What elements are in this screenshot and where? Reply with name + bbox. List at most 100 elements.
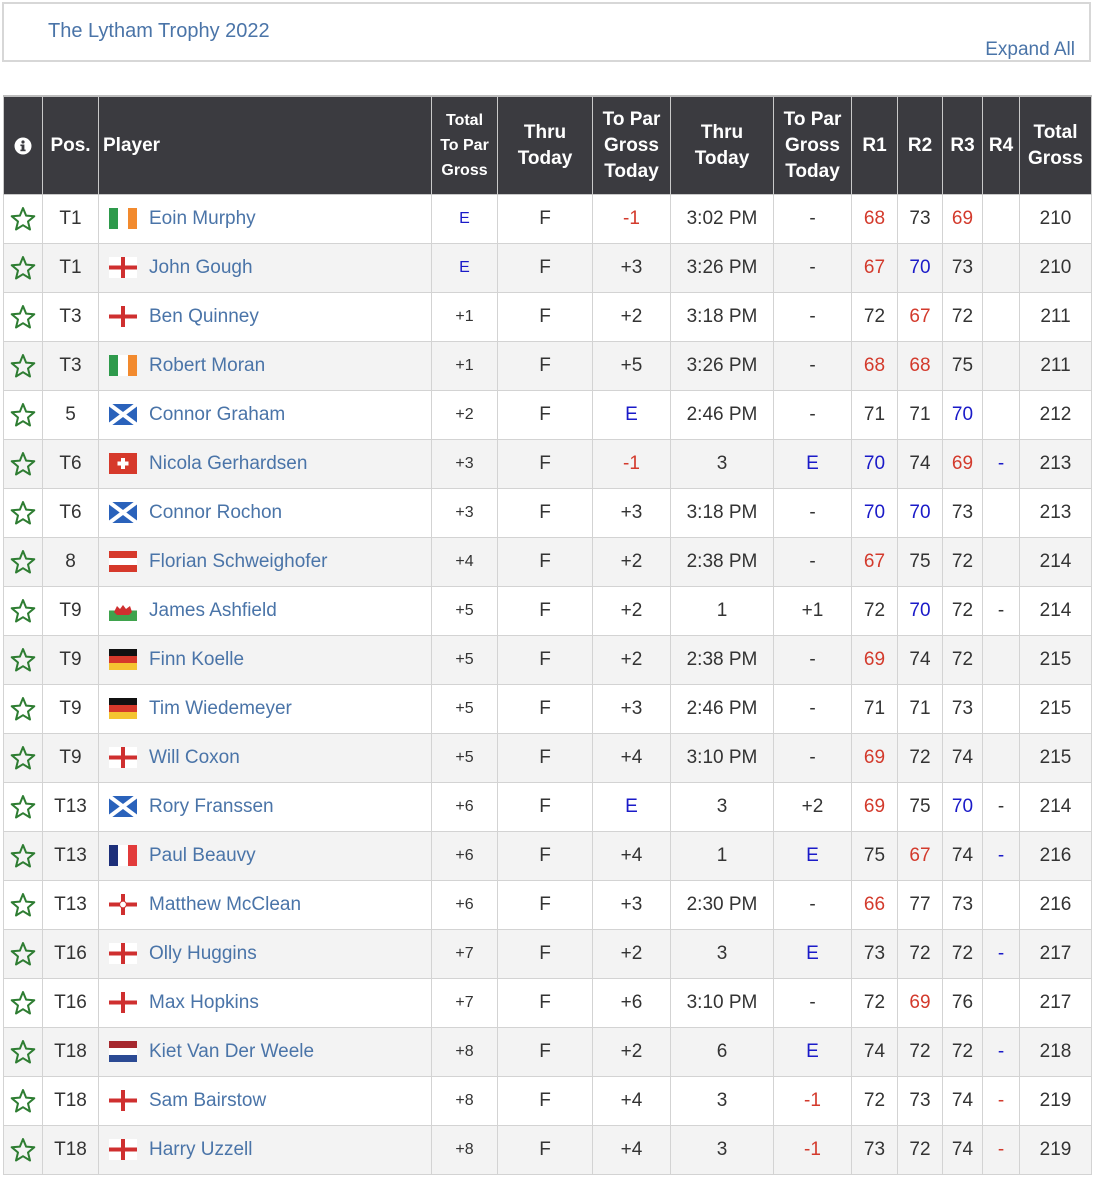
table-row[interactable]: T13 Matthew McClean +6 F +3 2:30 PM -66 77 73 216 bbox=[3, 880, 1092, 930]
player-name-link[interactable]: Harry Uzzell bbox=[149, 1139, 252, 1160]
table-row[interactable]: T1 John Gough E F +3 3:26 PM -67 70 73 210 bbox=[3, 243, 1092, 293]
r2-cell: 74 bbox=[897, 635, 943, 685]
player-name-link[interactable]: James Ashfield bbox=[149, 600, 277, 621]
player-name-link[interactable]: Finn Koelle bbox=[149, 649, 244, 670]
col-player[interactable]: Player bbox=[98, 95, 432, 195]
player-name-link[interactable]: Robert Moran bbox=[149, 355, 265, 376]
favorite-star-button[interactable] bbox=[3, 243, 43, 293]
player-name-link[interactable]: Ben Quinney bbox=[149, 306, 259, 327]
player-cell: Sam Bairstow bbox=[98, 1076, 432, 1126]
favorite-star-button[interactable] bbox=[3, 1027, 43, 1077]
favorite-star-button[interactable] bbox=[3, 733, 43, 783]
table-row[interactable]: 5 Connor Graham +2 F E 2:46 PM -71 71 70 212 bbox=[3, 390, 1092, 440]
star-icon bbox=[4, 1137, 42, 1163]
col-info[interactable] bbox=[3, 95, 43, 195]
player-name-link[interactable]: Matthew McClean bbox=[149, 894, 301, 915]
favorite-star-button[interactable] bbox=[3, 194, 43, 244]
table-row[interactable]: T13 Rory Franssen +6 F E 3 +2 69 75 70-214 bbox=[3, 782, 1092, 832]
player-name-link[interactable]: John Gough bbox=[149, 257, 253, 278]
player-cell: Connor Graham bbox=[98, 390, 432, 440]
col-thru[interactable]: Thru Today bbox=[497, 95, 593, 195]
to-par-today-2-cell: - bbox=[773, 880, 852, 930]
player-name-link[interactable]: Connor Rochon bbox=[149, 502, 282, 523]
total-gross-cell: 218 bbox=[1019, 1027, 1092, 1077]
total-gross-cell: 215 bbox=[1019, 684, 1092, 734]
table-row[interactable]: T18 Harry Uzzell +8 F +4 3 -1 73 72 74-219 bbox=[3, 1125, 1092, 1175]
r1-cell: 69 bbox=[851, 782, 898, 832]
table-row[interactable]: T9 James Ashfield +5 F +2 1 +1 72 70 72-214 bbox=[3, 586, 1092, 636]
total-to-par-cell: +3 bbox=[431, 439, 498, 489]
favorite-star-button[interactable] bbox=[3, 341, 43, 391]
total-to-par-cell: +7 bbox=[431, 978, 498, 1028]
col-total-to-par[interactable]: Total To Par Gross bbox=[431, 95, 498, 195]
col-to-par-today[interactable]: To Par Gross Today bbox=[592, 95, 671, 195]
col-thru-2[interactable]: Thru Today bbox=[670, 95, 774, 195]
favorite-star-button[interactable] bbox=[3, 831, 43, 881]
player-name-link[interactable]: Max Hopkins bbox=[149, 992, 259, 1013]
r4-cell: - bbox=[982, 439, 1020, 489]
favorite-star-button[interactable] bbox=[3, 586, 43, 636]
player-name-link[interactable]: Rory Franssen bbox=[149, 796, 274, 817]
table-row[interactable]: T9 Will Coxon +5 F +4 3:10 PM -69 72 74 215 bbox=[3, 733, 1092, 783]
table-row[interactable]: T16 Olly Huggins +7 F +2 3 E 73 72 72-217 bbox=[3, 929, 1092, 979]
to-par-today-2-cell: E bbox=[773, 929, 852, 979]
favorite-star-button[interactable] bbox=[3, 1125, 43, 1175]
to-par-today-2-cell: - bbox=[773, 537, 852, 587]
favorite-star-button[interactable] bbox=[3, 929, 43, 979]
to-par-today-cell: +4 bbox=[592, 1076, 671, 1126]
col-pos[interactable]: Pos. bbox=[42, 95, 99, 195]
table-row[interactable]: T6 Nicola Gerhardsen +3 F -1 3 E 70 74 69-213 bbox=[3, 439, 1092, 489]
table-row[interactable]: T1 Eoin Murphy E F -1 3:02 PM -68 73 69 210 bbox=[3, 194, 1092, 244]
favorite-star-button[interactable] bbox=[3, 1076, 43, 1126]
table-row[interactable]: T18 Kiet Van Der Weele +8 F +2 6 E 74 72 72-218 bbox=[3, 1027, 1092, 1077]
player-name-link[interactable]: Connor Graham bbox=[149, 404, 285, 425]
player-name-link[interactable]: Olly Huggins bbox=[149, 943, 257, 964]
col-r3[interactable]: R3 bbox=[942, 95, 983, 195]
leaderboard-table: Pos. Player Total To Par Gross Thru Today T… bbox=[3, 95, 1092, 1175]
table-row[interactable]: 8 Florian Schweighofer +4 F +2 2:38 PM -67 75 72… bbox=[3, 537, 1092, 587]
r2-cell: 75 bbox=[897, 537, 943, 587]
player-name-link[interactable]: Will Coxon bbox=[149, 747, 240, 768]
table-row[interactable]: T16 Max Hopkins +7 F +6 3:10 PM -72 69 76 217 bbox=[3, 978, 1092, 1028]
favorite-star-button[interactable] bbox=[3, 684, 43, 734]
favorite-star-button[interactable] bbox=[3, 635, 43, 685]
table-row[interactable]: T6 Connor Rochon +3 F +3 3:18 PM -70 70 73 213 bbox=[3, 488, 1092, 538]
favorite-star-button[interactable] bbox=[3, 782, 43, 832]
thru-cell: F bbox=[497, 537, 593, 587]
table-row[interactable]: T9 Tim Wiedemeyer +5 F +3 2:46 PM -71 71 73 215 bbox=[3, 684, 1092, 734]
table-row[interactable]: T3 Ben Quinney +1 F +2 3:18 PM -72 67 72 211 bbox=[3, 292, 1092, 342]
to-par-today-2-cell: - bbox=[773, 488, 852, 538]
col-r4[interactable]: R4 bbox=[982, 95, 1020, 195]
r4-cell bbox=[982, 243, 1020, 293]
favorite-star-button[interactable] bbox=[3, 488, 43, 538]
col-total-gross[interactable]: Total Gross bbox=[1019, 95, 1092, 195]
col-r1[interactable]: R1 bbox=[851, 95, 898, 195]
table-row[interactable]: T13 Paul Beauvy +6 F +4 1 E 75 67 74-216 bbox=[3, 831, 1092, 881]
favorite-star-button[interactable] bbox=[3, 390, 43, 440]
table-row[interactable]: T9 Finn Koelle +5 F +2 2:38 PM -69 74 72 215 bbox=[3, 635, 1092, 685]
player-name-link[interactable]: Paul Beauvy bbox=[149, 845, 256, 866]
col-to-par-today-2[interactable]: To Par Gross Today bbox=[773, 95, 852, 195]
favorite-star-button[interactable] bbox=[3, 292, 43, 342]
favorite-star-button[interactable] bbox=[3, 978, 43, 1028]
total-to-par-cell: +8 bbox=[431, 1027, 498, 1077]
england-flag-icon bbox=[109, 992, 137, 1014]
thru-today-cell: 2:38 PM bbox=[670, 635, 774, 685]
thru-cell: F bbox=[497, 929, 593, 979]
favorite-star-button[interactable] bbox=[3, 439, 43, 489]
player-name-link[interactable]: Florian Schweighofer bbox=[149, 551, 327, 572]
col-total-to-par-l3: Gross bbox=[441, 162, 488, 179]
player-name-link[interactable]: Kiet Van Der Weele bbox=[149, 1041, 314, 1062]
table-row[interactable]: T3 Robert Moran +1 F +5 3:26 PM -68 68 75 211 bbox=[3, 341, 1092, 391]
player-name-link[interactable]: Eoin Murphy bbox=[149, 208, 256, 229]
r1-cell: 72 bbox=[851, 586, 898, 636]
table-row[interactable]: T18 Sam Bairstow +8 F +4 3 -1 72 73 74-219 bbox=[3, 1076, 1092, 1126]
player-name-link[interactable]: Sam Bairstow bbox=[149, 1090, 266, 1111]
favorite-star-button[interactable] bbox=[3, 537, 43, 587]
player-name-link[interactable]: Nicola Gerhardsen bbox=[149, 453, 307, 474]
position-cell: T9 bbox=[42, 586, 99, 636]
player-name-link[interactable]: Tim Wiedemeyer bbox=[149, 698, 292, 719]
favorite-star-button[interactable] bbox=[3, 880, 43, 930]
expand-all-link[interactable]: Expand All bbox=[985, 39, 1075, 61]
col-r2[interactable]: R2 bbox=[897, 95, 943, 195]
